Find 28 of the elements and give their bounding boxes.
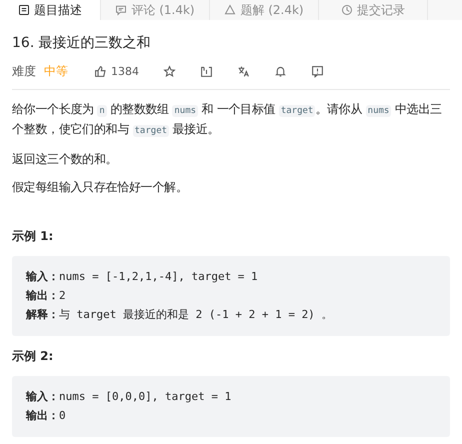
example-line: 输出：0	[26, 408, 67, 424]
tab[interactable]: 题目描述	[0, 0, 101, 20]
example-line: 输入：nums = [-1,2,1,-4], target = 1	[26, 269, 259, 285]
translate-icon[interactable]	[237, 64, 250, 78]
like-button[interactable]: 1384	[94, 64, 139, 78]
star-icon[interactable]	[163, 64, 176, 78]
example-line: 输入：nums = [0,0,0], target = 1	[26, 389, 232, 405]
comment-icon	[115, 4, 128, 16]
feedback-icon[interactable]	[311, 64, 324, 78]
tab[interactable]: 评论 (1.4k)	[101, 0, 210, 20]
tab[interactable]: 题解 (2.4k)	[210, 0, 319, 20]
description-text: 返回这三个数的和。	[12, 151, 118, 168]
description-text: 假定每组输入只存在恰好一个解。	[12, 179, 189, 196]
bell-icon[interactable]	[274, 64, 287, 78]
description-text: 给你一个长度为 n 的整数数组 nums 和 一个目标值 target 。请你从 nums 中选出三个整数，使它们的和与 target 最接近。	[12, 101, 443, 139]
document-icon	[18, 4, 30, 16]
example-heading: 示例 2:	[12, 348, 54, 365]
clock-icon	[341, 4, 353, 16]
difficulty-label: 难度	[12, 62, 36, 80]
difficulty-value: 中等	[44, 62, 68, 80]
thumbs-up-icon	[94, 64, 107, 78]
example-line: 输出：2	[26, 288, 67, 304]
example-heading: 示例 1:	[12, 228, 54, 245]
bracket-icon[interactable]	[200, 64, 213, 78]
triangle-icon	[224, 4, 236, 16]
example-line: 解释：与 target 最接近的和是 2 (-1 + 2 + 1 = 2) 。	[26, 307, 334, 323]
tab[interactable]: 提交记录	[319, 0, 428, 20]
problem-title: 16. 最接近的三数之和	[12, 34, 152, 52]
